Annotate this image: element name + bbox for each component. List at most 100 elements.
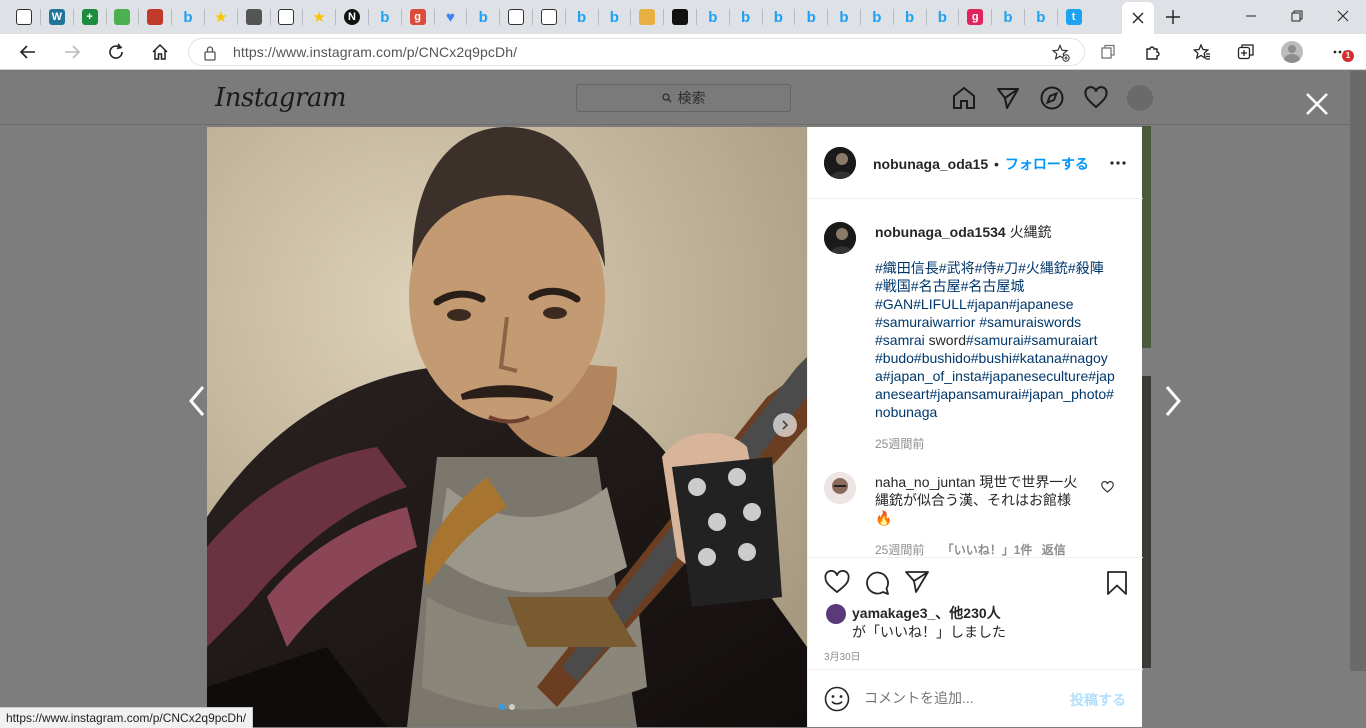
more-options-icon[interactable] xyxy=(1110,161,1126,165)
close-tab-icon[interactable] xyxy=(1132,12,1144,24)
likes-others[interactable]: 、他230人 xyxy=(935,605,1000,621)
browser-tab[interactable]: b xyxy=(1027,3,1055,31)
profile-avatar[interactable] xyxy=(1127,85,1153,111)
browser-tab[interactable] xyxy=(535,3,563,31)
follow-button[interactable]: フォローする xyxy=(1005,156,1089,172)
browser-tab[interactable]: b xyxy=(994,3,1022,31)
comment-likes-count[interactable]: 「いいね！」1件 xyxy=(942,543,1033,557)
liker-avatar[interactable] xyxy=(826,604,846,624)
browser-tab[interactable]: b xyxy=(797,3,825,31)
tab-separator xyxy=(597,9,599,25)
hashtag-line[interactable]: a#japan_of_insta#japaneseculture#jap xyxy=(875,367,1130,385)
comment-like-heart-icon[interactable] xyxy=(1101,481,1114,493)
comment-bubble-icon[interactable] xyxy=(864,570,890,596)
browser-tab[interactable]: b xyxy=(568,3,596,31)
liker-username[interactable]: yamakage3_ xyxy=(852,605,935,621)
browser-tab[interactable]: b xyxy=(699,3,727,31)
browser-tab[interactable]: t xyxy=(1060,3,1088,31)
like-heart-icon[interactable] xyxy=(824,570,850,594)
hashtag-line[interactable]: #織田信長#武将#侍#刀#火縄銃#殺陣 xyxy=(875,259,1130,277)
carousel-next-button[interactable] xyxy=(773,413,797,437)
forward-button[interactable] xyxy=(54,34,90,70)
favorites-button[interactable] xyxy=(1184,34,1220,70)
browser-tab[interactable]: + xyxy=(76,3,104,31)
caption-username[interactable]: nobunaga_oda1534 xyxy=(875,224,1006,240)
caption-avatar[interactable] xyxy=(824,222,856,254)
post-comment-button[interactable]: 投稿する xyxy=(1070,690,1126,710)
browser-tab[interactable]: b xyxy=(732,3,760,31)
browser-tab[interactable]: W xyxy=(43,3,71,31)
new-tab-button[interactable] xyxy=(1159,3,1187,31)
hashtag-line[interactable]: nobunaga xyxy=(875,403,1130,421)
browser-tab[interactable]: b xyxy=(600,3,628,31)
direct-message-icon[interactable] xyxy=(995,85,1021,111)
close-window-button[interactable] xyxy=(1320,0,1366,32)
post-date[interactable]: 3月30日 xyxy=(824,648,861,663)
browser-tab[interactable]: b xyxy=(174,3,202,31)
hashtag-line[interactable]: #samrai sword#samurai#samuraiart xyxy=(875,331,1130,349)
save-bookmark-icon[interactable] xyxy=(1106,570,1128,596)
url-field[interactable]: https://www.instagram.com/p/CNCx2q9pcDh/ xyxy=(188,38,1085,66)
hashtag-line[interactable]: #戦国#名古屋#名古屋城 xyxy=(875,277,1130,295)
caption-timestamp[interactable]: 25週間前 xyxy=(875,435,924,452)
browser-tab[interactable] xyxy=(272,3,300,31)
settings-menu-button[interactable]: 1 xyxy=(1322,34,1358,70)
browser-tab[interactable]: g xyxy=(961,3,989,31)
caption-hashtags[interactable]: #織田信長#武将#侍#刀#火縄銃#殺陣 #戦国#名古屋#名古屋城 #GAN#LIFU… xyxy=(875,259,1130,421)
lock-icon[interactable] xyxy=(203,45,217,61)
browser-tab[interactable] xyxy=(240,3,268,31)
hashtag-line[interactable]: #GAN#LIFULL#japan#japanese xyxy=(875,295,1130,313)
tab-actions-button[interactable] xyxy=(1090,34,1126,70)
comment-input[interactable] xyxy=(864,687,1064,709)
browser-tab[interactable]: b xyxy=(863,3,891,31)
comment-reply-button[interactable]: 返信 xyxy=(1042,543,1066,557)
home-button[interactable] xyxy=(142,34,178,70)
browser-tab[interactable]: g xyxy=(404,3,432,31)
emoji-icon[interactable] xyxy=(824,686,850,712)
browser-tab[interactable]: ★ xyxy=(305,3,333,31)
comment-timestamp[interactable]: 25週間前 xyxy=(875,543,924,557)
browser-tab[interactable] xyxy=(141,3,169,31)
minimize-button[interactable] xyxy=(1228,0,1274,32)
hashtag-line[interactable]: #budo#bushido#bushi#katana#nagoy xyxy=(875,349,1130,367)
reload-button[interactable] xyxy=(98,34,134,70)
browser-tab[interactable]: ♥ xyxy=(436,3,464,31)
next-post-icon[interactable] xyxy=(1160,381,1184,421)
instagram-logo[interactable]: Instagram xyxy=(215,83,347,113)
author-username[interactable]: nobunaga_oda15 xyxy=(873,156,988,172)
profile-button[interactable] xyxy=(1274,34,1310,70)
post-photo[interactable] xyxy=(207,127,807,727)
hashtag-line[interactable]: aneseart#japansamurai#japan_photo# xyxy=(875,385,1130,403)
hashtag-line[interactable]: #samuraiwarrior #samuraiswords xyxy=(875,313,1130,331)
browser-tab[interactable]: b xyxy=(830,3,858,31)
browser-tab[interactable]: b xyxy=(469,3,497,31)
search-input[interactable]: 検索 xyxy=(576,84,791,112)
share-icon[interactable] xyxy=(904,570,930,594)
browser-tab[interactable]: ★ xyxy=(207,3,235,31)
home-icon[interactable] xyxy=(951,85,977,111)
explore-icon[interactable] xyxy=(1039,85,1065,111)
bing-icon: b xyxy=(577,8,587,26)
page-scrollbar[interactable] xyxy=(1350,71,1366,671)
browser-tab[interactable] xyxy=(502,3,530,31)
add-favorite-icon[interactable] xyxy=(1052,44,1070,62)
browser-tab[interactable]: b xyxy=(928,3,956,31)
active-tab[interactable] xyxy=(1122,2,1154,34)
browser-tab[interactable] xyxy=(633,3,661,31)
close-icon[interactable] xyxy=(1304,91,1330,117)
restore-button[interactable] xyxy=(1274,0,1320,32)
commenter-avatar[interactable] xyxy=(824,472,856,504)
browser-tab[interactable] xyxy=(666,3,694,31)
comment-username[interactable]: naha_no_juntan xyxy=(875,474,975,490)
back-button[interactable] xyxy=(10,34,46,70)
browser-tab[interactable] xyxy=(10,3,38,31)
browser-tab[interactable]: N xyxy=(338,3,366,31)
browser-tab[interactable] xyxy=(108,3,136,31)
activity-heart-icon[interactable] xyxy=(1083,85,1109,111)
collections-button[interactable] xyxy=(1228,34,1264,70)
browser-tab[interactable]: b xyxy=(371,3,399,31)
author-avatar[interactable] xyxy=(824,147,856,179)
browser-tab[interactable]: b xyxy=(896,3,924,31)
extensions-button[interactable] xyxy=(1135,34,1171,70)
browser-tab[interactable]: b xyxy=(764,3,792,31)
